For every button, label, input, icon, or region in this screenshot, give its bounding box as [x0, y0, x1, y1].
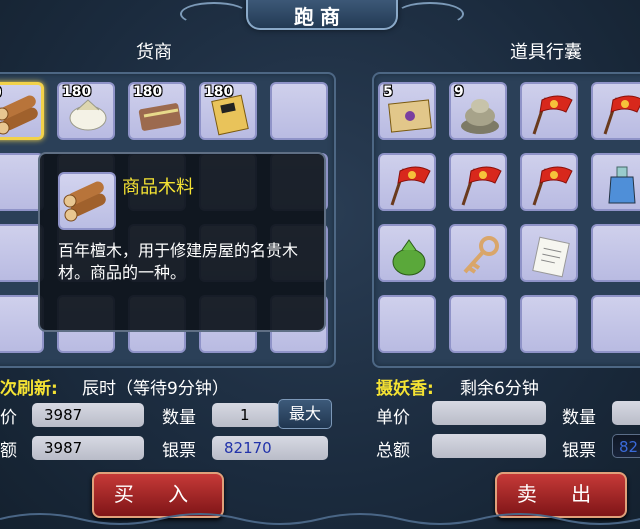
bag-slot[interactable] — [378, 295, 436, 353]
shop-slot[interactable]: 180 — [128, 82, 186, 140]
shop-slot[interactable]: 0 — [0, 82, 44, 140]
red-flag-icon — [390, 166, 431, 206]
bag-slot[interactable] — [520, 153, 578, 211]
title-wing-right-decoration — [396, 2, 464, 26]
shop-slot[interactable] — [270, 82, 328, 140]
tooltip-item-icon — [58, 172, 116, 230]
bag-panel-title: 道具行囊 — [510, 42, 582, 63]
tooltip-item-description: 百年檀木，用于修建房屋的名贵木材。商品的一种。 — [58, 241, 299, 282]
bag-slot[interactable] — [591, 224, 640, 282]
item-count: 180 — [133, 84, 163, 100]
paper-note-icon — [532, 236, 570, 278]
max-button[interactable]: 最大 — [278, 399, 332, 429]
item-count: 180 — [62, 84, 92, 100]
sell-silver-label: 银票 — [562, 441, 596, 461]
total-label: 额 — [0, 441, 17, 461]
red-flag-icon — [532, 166, 573, 206]
item-count: 9 — [454, 84, 464, 100]
title-wing-left-decoration — [180, 2, 248, 26]
wood-logs-icon — [0, 95, 38, 135]
sell-quantity-label: 数量 — [562, 408, 596, 428]
sell-price-field — [432, 401, 546, 425]
total-field: 3987 — [32, 436, 144, 460]
bag-slot[interactable] — [378, 224, 436, 282]
red-flag-icon — [603, 95, 640, 135]
item-count: 5 — [383, 84, 393, 100]
bag-slot[interactable]: 5 — [378, 82, 436, 140]
bag-slot[interactable]: 9 — [449, 82, 507, 140]
key-icon — [463, 236, 499, 274]
green-pouch-icon — [392, 239, 426, 276]
bag-slot[interactable] — [591, 295, 640, 353]
window-title: 跑商 — [294, 5, 346, 29]
price-label: 价 — [0, 408, 17, 428]
bag-slot[interactable] — [520, 224, 578, 282]
bag-slot[interactable] — [378, 153, 436, 211]
bag-slot[interactable] — [591, 153, 640, 211]
bag-slot[interactable] — [449, 224, 507, 282]
price-field: 3987 — [32, 403, 144, 427]
bag-slot[interactable] — [591, 82, 640, 140]
red-flag-icon — [532, 95, 573, 135]
red-flag-icon — [461, 166, 502, 206]
quantity-label: 数量 — [162, 408, 196, 428]
quantity-input[interactable]: 1 — [212, 403, 280, 427]
bag-slot[interactable] — [449, 153, 507, 211]
bag-slot[interactable] — [520, 295, 578, 353]
unit-price-label: 单价 — [376, 408, 410, 428]
sell-quantity-input[interactable] — [612, 401, 640, 425]
refresh-value: 辰时（等待9分钟） — [82, 379, 229, 399]
tooltip-item-name: 商品木料 — [122, 177, 194, 198]
refresh-label: 次刷新: — [0, 379, 58, 399]
title-bar: 跑商 — [0, 0, 640, 30]
bottom-cloud-decoration — [0, 513, 640, 525]
shop-slot[interactable]: 180 — [199, 82, 257, 140]
shop-slot[interactable]: 180 — [57, 82, 115, 140]
shop-panel-title: 货商 — [136, 42, 172, 63]
silver-field: 82170 — [212, 436, 328, 460]
sell-total-field — [432, 434, 546, 458]
sell-silver-field: 82 — [612, 434, 640, 458]
silver-label: 银票 — [162, 441, 196, 461]
item-count: 180 — [204, 84, 234, 100]
incense-label: 摄妖香: — [376, 379, 434, 399]
bag-slot[interactable] — [449, 295, 507, 353]
blue-bottle-icon — [608, 166, 636, 204]
incense-value: 剩余6分钟 — [460, 379, 539, 399]
sell-total-label: 总额 — [376, 441, 410, 461]
wood-logs-icon — [63, 181, 106, 222]
item-count: 0 — [0, 85, 2, 101]
bag-slot[interactable] — [520, 82, 578, 140]
